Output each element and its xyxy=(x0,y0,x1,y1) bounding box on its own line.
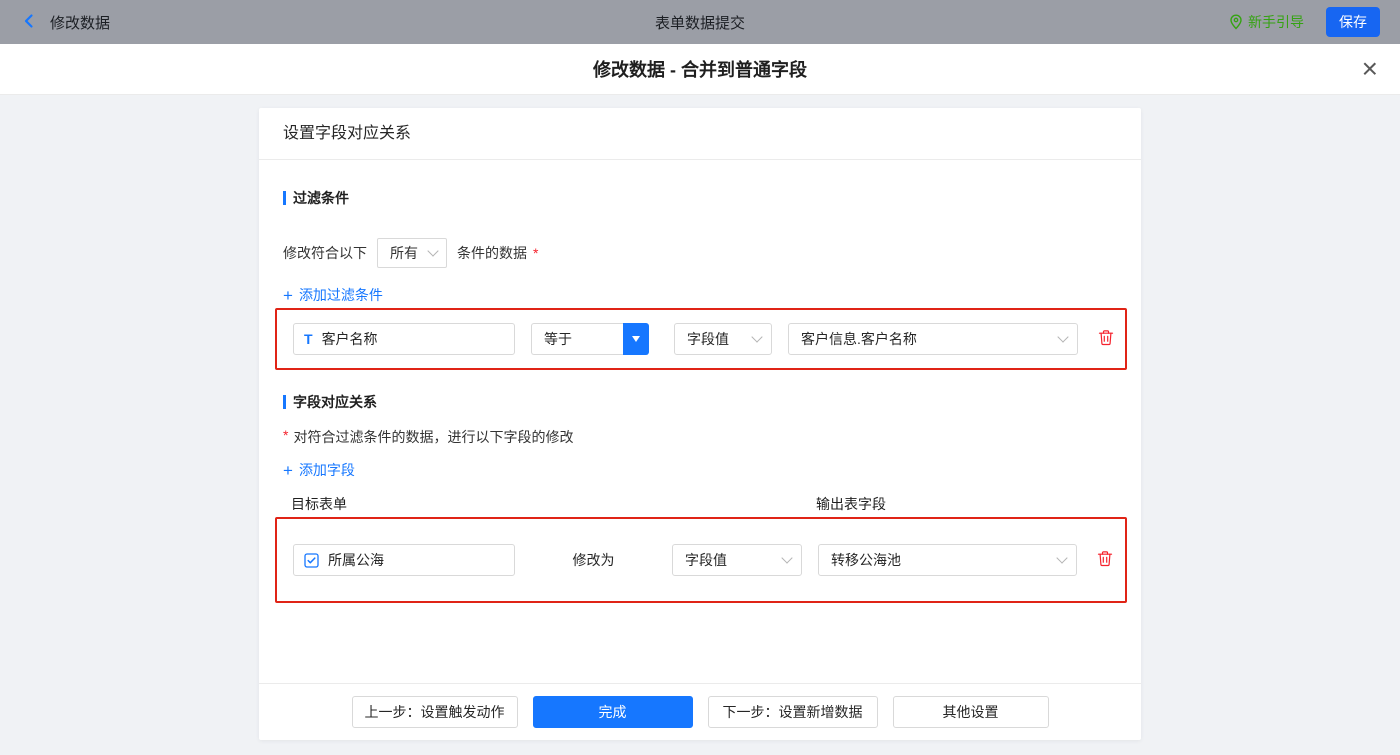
chevron-down-icon xyxy=(781,552,793,564)
chevron-down-icon xyxy=(427,245,439,257)
beginner-guide-link[interactable]: 新手引导 xyxy=(1229,12,1304,32)
back-nav[interactable]: 修改数据 xyxy=(20,12,110,33)
other-settings-button[interactable]: 其他设置 xyxy=(892,696,1049,728)
dialog-header: 修改数据 - 合并到普通字段 × xyxy=(0,44,1400,95)
chevron-down-icon xyxy=(1057,331,1069,343)
dialog-body: 设置字段对应关系 过滤条件 修改符合以下 所有 条件的数据 * + 添加过滤条件 xyxy=(0,95,1400,740)
mapping-value-select[interactable]: 转移公海池 xyxy=(818,544,1077,576)
column-target-form: 目标表单 xyxy=(291,496,347,512)
delete-mapping-row-button[interactable] xyxy=(1097,550,1113,570)
checkbox-field-icon xyxy=(304,552,319,568)
add-field-button[interactable]: + 添加字段 xyxy=(283,460,355,480)
close-icon[interactable]: × xyxy=(1362,55,1378,83)
trash-icon xyxy=(1098,329,1114,349)
match-mode-select[interactable]: 所有 xyxy=(377,238,447,268)
chevron-left-icon xyxy=(20,12,38,33)
add-filter-condition-button[interactable]: + 添加过滤条件 xyxy=(283,285,383,305)
location-pin-icon xyxy=(1229,14,1243,30)
filter-field-input[interactable]: T 客户名称 xyxy=(293,323,515,355)
operator-dropdown-button[interactable] xyxy=(623,323,649,355)
operator-group: 等于 xyxy=(531,323,649,355)
mapping-field-input[interactable]: 所属公海 xyxy=(293,544,515,576)
settings-card: 设置字段对应关系 过滤条件 修改符合以下 所有 条件的数据 * + 添加过滤条件 xyxy=(259,108,1141,740)
plus-icon: + xyxy=(283,460,293,480)
required-mark: * xyxy=(533,245,539,261)
delete-filter-row-button[interactable] xyxy=(1098,329,1114,349)
add-filter-row: + 添加过滤条件 xyxy=(283,285,1141,304)
next-step-button[interactable]: 下一步：设置新增数据 xyxy=(707,696,878,728)
plus-icon: + xyxy=(283,285,293,305)
trash-icon xyxy=(1097,550,1113,570)
filter-row-annotation: T 客户名称 等于 字段值 客户信息.客户名称 xyxy=(275,308,1127,370)
done-button[interactable]: 完成 xyxy=(532,696,693,728)
mapping-description: * 对符合过滤条件的数据，进行以下字段的修改 xyxy=(283,427,574,445)
operator-select[interactable]: 等于 xyxy=(531,323,623,355)
section-accent-bar xyxy=(283,395,286,409)
mapping-section-title: 字段对应关系 xyxy=(283,392,1117,412)
mapping-value-type-select[interactable]: 字段值 xyxy=(672,544,802,576)
mapping-field-name: 所属公海 xyxy=(328,552,384,568)
column-output-field: 输出表字段 xyxy=(816,496,886,512)
section-accent-bar xyxy=(283,191,286,205)
card-header-title: 设置字段对应关系 xyxy=(259,108,1141,160)
top-bar: 表单数据提交 修改数据 新手引导 保存 xyxy=(0,0,1400,44)
card-footer: 上一步：设置触发动作 完成 下一步：设置新增数据 其他设置 xyxy=(259,683,1141,740)
filter-field-name: 客户名称 xyxy=(321,331,378,347)
page-title: 表单数据提交 xyxy=(654,14,745,32)
add-field-row: + 添加字段 xyxy=(283,460,1141,479)
triangle-down-icon xyxy=(632,336,640,342)
save-button[interactable]: 保存 xyxy=(1326,7,1380,37)
required-mark: * xyxy=(283,427,289,443)
condition-prefix: 修改符合以下 xyxy=(283,245,367,261)
back-button[interactable] xyxy=(20,12,38,33)
modify-to-label: 修改为 xyxy=(572,552,615,568)
text-field-icon: T xyxy=(304,331,313,347)
filter-section-title: 过滤条件 xyxy=(283,188,1117,208)
topbar-actions: 新手引导 保存 xyxy=(1229,7,1380,37)
filter-value-type-select[interactable]: 字段值 xyxy=(674,323,772,355)
condition-line: 修改符合以下 所有 条件的数据 * xyxy=(283,238,1117,268)
mapping-column-headers: 目标表单 输出表字段 xyxy=(291,494,1141,512)
prev-step-button[interactable]: 上一步：设置触发动作 xyxy=(351,696,518,728)
back-label[interactable]: 修改数据 xyxy=(50,12,110,33)
beginner-guide-label: 新手引导 xyxy=(1248,14,1304,30)
card-body: 过滤条件 修改符合以下 所有 条件的数据 * + 添加过滤条件 T 客户名称 等… xyxy=(259,160,1141,683)
dialog-title: 修改数据 - 合并到普通字段 xyxy=(593,60,807,80)
condition-suffix: 条件的数据 xyxy=(457,245,527,261)
chevron-down-icon xyxy=(1056,552,1068,564)
filter-value-select[interactable]: 客户信息.客户名称 xyxy=(788,323,1078,355)
mapping-row-annotation: 所属公海 修改为 字段值 转移公海池 xyxy=(275,517,1127,603)
chevron-down-icon xyxy=(751,331,763,343)
